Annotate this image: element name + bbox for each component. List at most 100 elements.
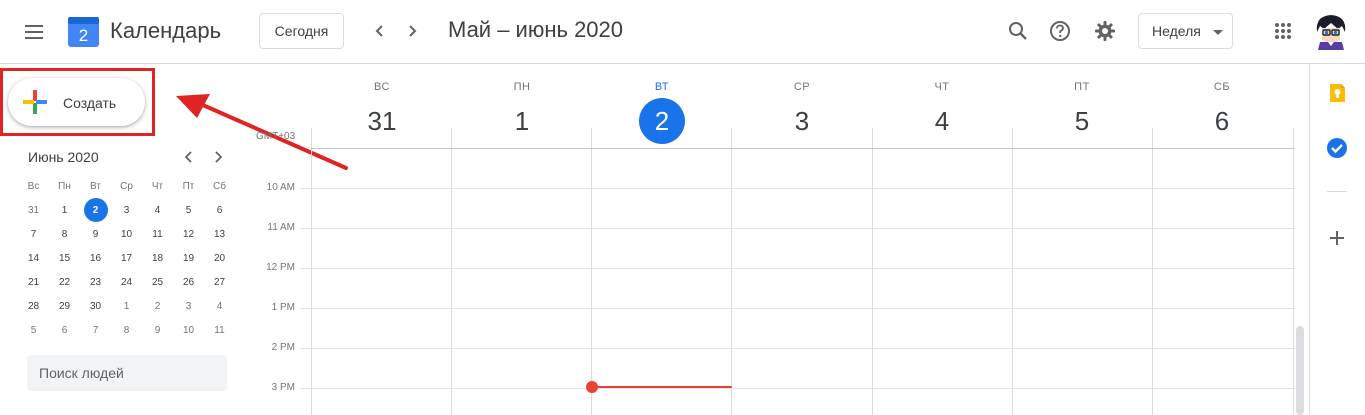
create-button[interactable]: Создать — [8, 78, 145, 126]
mini-day-cell: 5 — [18, 318, 49, 342]
mini-day[interactable]: 10 — [177, 318, 201, 342]
mini-day[interactable]: 19 — [177, 246, 201, 270]
mini-next-month-icon[interactable] — [207, 146, 229, 168]
mini-day-cell: 1 — [49, 198, 80, 222]
day-number[interactable]: 31 — [359, 98, 405, 144]
mini-day-cell: 4 — [204, 294, 235, 318]
day-number[interactable]: 1 — [499, 98, 545, 144]
app-title[interactable]: Календарь — [110, 18, 221, 44]
day-column-divider — [311, 128, 312, 415]
mini-day[interactable]: 8 — [115, 318, 139, 342]
mini-day-cell: 9 — [80, 222, 111, 246]
scrollbar-thumb[interactable] — [1296, 326, 1304, 415]
mini-week-row: 5 6 7 8 9 10 11 — [18, 318, 235, 342]
mini-day[interactable]: 12 — [177, 222, 201, 246]
grid-top-border — [311, 148, 1295, 149]
mini-day[interactable]: 24 — [115, 270, 139, 294]
day-header: СР 3 — [732, 64, 872, 148]
mini-day[interactable]: 7 — [84, 318, 108, 342]
mini-day-today[interactable]: 2 — [83, 198, 108, 222]
mini-day[interactable]: 25 — [146, 270, 170, 294]
hour-gridline — [300, 268, 1295, 269]
gear-icon[interactable] — [1092, 18, 1118, 44]
timezone-label: GMT+03 — [256, 131, 296, 142]
mini-day[interactable]: 30 — [84, 294, 108, 318]
mini-prev-month-icon[interactable] — [178, 146, 200, 168]
keep-icon[interactable] — [1325, 81, 1349, 105]
day-number[interactable]: 6 — [1199, 98, 1245, 144]
mini-day[interactable]: 3 — [177, 294, 201, 318]
mini-day-cell: 30 — [80, 294, 111, 318]
mini-day[interactable]: 29 — [53, 294, 77, 318]
mini-day[interactable]: 10 — [115, 222, 139, 246]
day-number[interactable]: 5 — [1059, 98, 1105, 144]
logo-day-number: 2 — [79, 26, 88, 45]
hamburger-menu-icon[interactable] — [22, 20, 46, 44]
mini-day[interactable]: 4 — [208, 294, 232, 318]
mini-day-cell: 14 — [18, 246, 49, 270]
day-of-week-label: ПТ — [1074, 81, 1090, 93]
mini-day[interactable]: 18 — [146, 246, 170, 270]
mini-day[interactable]: 27 — [208, 270, 232, 294]
mini-day[interactable]: 1 — [53, 198, 77, 222]
tasks-icon[interactable] — [1325, 136, 1349, 160]
mini-weekday-row: Вс Пн Вт Ср Чт Пт Сб — [18, 174, 235, 198]
mini-day-cell: 23 — [80, 270, 111, 294]
day-number[interactable]: 3 — [779, 98, 825, 144]
mini-day-cell: 8 — [111, 318, 142, 342]
mini-day[interactable]: 1 — [115, 294, 139, 318]
view-selector[interactable]: Неделя — [1138, 13, 1233, 49]
mini-day-cell: 1 — [111, 294, 142, 318]
mini-day[interactable]: 6 — [53, 318, 77, 342]
search-icon[interactable] — [1005, 18, 1031, 44]
mini-day[interactable]: 2 — [146, 294, 170, 318]
prev-week-icon[interactable] — [367, 18, 393, 44]
apps-grid-icon[interactable] — [1270, 18, 1296, 44]
mini-day[interactable]: 15 — [53, 246, 77, 270]
mini-day[interactable]: 13 — [208, 222, 232, 246]
day-column-divider — [591, 128, 592, 415]
day-of-week-label: ВТ — [654, 81, 670, 93]
mini-day[interactable]: 9 — [84, 222, 108, 246]
mini-day[interactable]: 9 — [146, 318, 170, 342]
mini-day[interactable]: 11 — [146, 222, 170, 246]
plus-icon[interactable] — [1325, 226, 1349, 250]
mini-day[interactable]: 6 — [208, 198, 232, 222]
mini-day-cell: 21 — [18, 270, 49, 294]
mini-day[interactable]: 4 — [146, 198, 170, 222]
calendar-app: 2 Календарь Сегодня Май – июнь 2020 Неде… — [0, 0, 1365, 415]
help-icon[interactable] — [1047, 18, 1073, 44]
mini-day[interactable]: 17 — [115, 246, 139, 270]
mini-day[interactable]: 22 — [53, 270, 77, 294]
mini-day[interactable]: 3 — [115, 198, 139, 222]
mini-day[interactable]: 28 — [22, 294, 46, 318]
today-button[interactable]: Сегодня — [259, 13, 344, 49]
people-search-input[interactable]: Поиск людей — [27, 355, 227, 391]
current-time-dot — [586, 381, 598, 393]
mini-day[interactable]: 8 — [53, 222, 77, 246]
mini-day[interactable]: 20 — [208, 246, 232, 270]
mini-day[interactable]: 7 — [22, 222, 46, 246]
mini-day[interactable]: 16 — [84, 246, 108, 270]
day-number[interactable]: 4 — [919, 98, 965, 144]
mini-day[interactable]: 23 — [84, 270, 108, 294]
day-column-divider — [1293, 128, 1294, 415]
mini-day[interactable]: 31 — [22, 198, 46, 222]
day-of-week-label: СБ — [1213, 81, 1231, 93]
avatar[interactable] — [1314, 12, 1348, 50]
mini-day[interactable]: 5 — [177, 198, 201, 222]
mini-day[interactable]: 26 — [177, 270, 201, 294]
next-week-icon[interactable] — [399, 18, 425, 44]
day-number-today[interactable]: 2 — [639, 98, 685, 144]
day-column-divider — [1012, 128, 1013, 415]
mini-day-cell: 20 — [204, 246, 235, 270]
mini-day[interactable]: 14 — [22, 246, 46, 270]
mini-day[interactable]: 5 — [22, 318, 46, 342]
mini-day-cell: 12 — [173, 222, 204, 246]
mini-day[interactable]: 11 — [208, 318, 232, 342]
mini-calendar-grid: Вс Пн Вт Ср Чт Пт Сб 31 1 2 3 4 5 6 7 8 9 10 11 12 13 14 15 16 1… — [18, 174, 235, 342]
mini-day[interactable]: 21 — [22, 270, 46, 294]
mini-day-cell: 6 — [204, 198, 235, 222]
hour-label: 2 PM — [271, 342, 295, 353]
calendar-logo-icon[interactable]: 2 — [67, 14, 100, 48]
